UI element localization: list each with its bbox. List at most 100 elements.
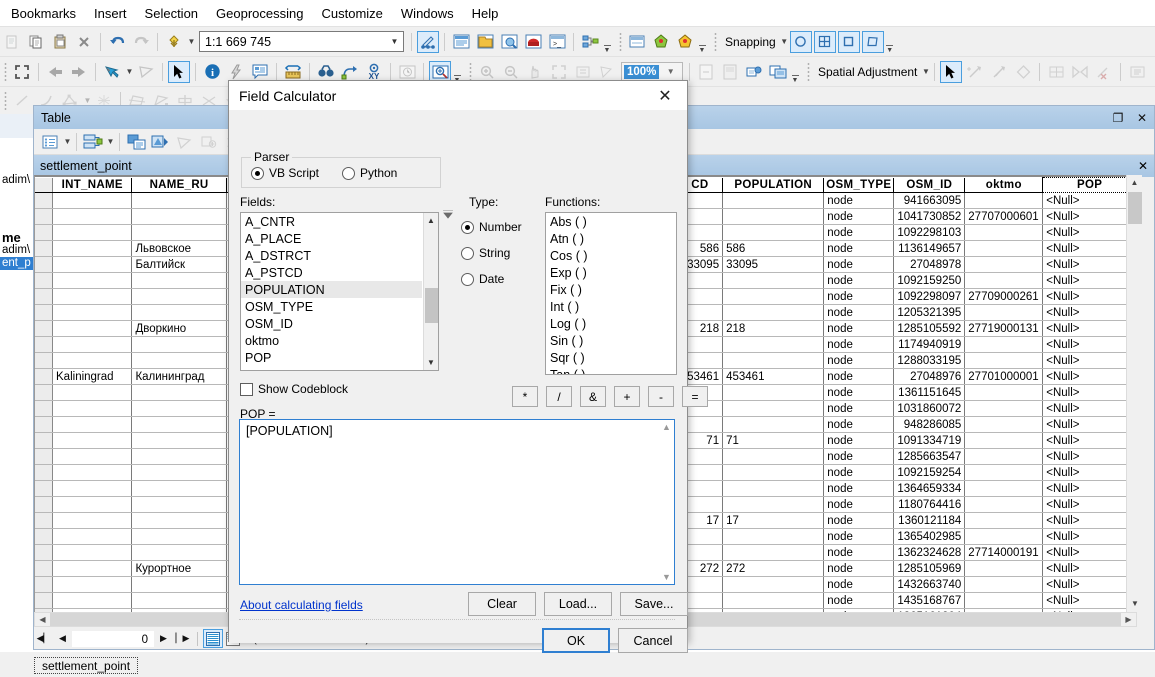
scroll-up-icon[interactable]: ▲ [1127, 175, 1142, 191]
cell-pop[interactable]: <Null> [1043, 241, 1137, 257]
menu-bookmarks[interactable]: Bookmarks [2, 2, 85, 25]
cell-population[interactable]: 453461 [723, 369, 824, 385]
row-selector-cell[interactable] [35, 353, 53, 369]
field-item-a_dstrct[interactable]: A_DSTRCT [241, 247, 422, 264]
cell-int_name[interactable] [53, 465, 132, 481]
row-selector-cell[interactable] [35, 529, 53, 545]
field-item-osm_type[interactable]: OSM_TYPE [241, 298, 422, 315]
cell-int_name[interactable] [53, 305, 132, 321]
chevron-down-icon[interactable]: ▼ [187, 37, 196, 46]
cell-population[interactable]: 218 [723, 321, 824, 337]
cell-int_name[interactable] [53, 417, 132, 433]
cell-oktmo[interactable] [965, 449, 1043, 465]
cell-osm_type[interactable]: node [824, 497, 894, 513]
cell-osm_id[interactable]: 1285105969 [894, 561, 965, 577]
cell-int_name[interactable] [53, 433, 132, 449]
operator-equals-button[interactable]: = [682, 386, 708, 407]
cell-osm_id[interactable]: 1092298103 [894, 225, 965, 241]
row-selector-cell[interactable] [35, 193, 53, 209]
cell-pop[interactable]: <Null> [1043, 305, 1137, 321]
close-icon[interactable]: ✕ [643, 81, 687, 110]
cell-oktmo[interactable] [965, 561, 1043, 577]
row-selector-cell[interactable] [35, 481, 53, 497]
cell-population[interactable] [723, 337, 824, 353]
cell-name_ru[interactable] [132, 545, 226, 561]
new-page-icon[interactable] [695, 61, 717, 83]
next-record-button[interactable]: ▶ [154, 633, 173, 644]
cell-osm_id[interactable]: 1285663547 [894, 449, 965, 465]
cell-osm_id[interactable]: 1174940919 [894, 337, 965, 353]
model-builder-icon[interactable] [579, 31, 601, 53]
select-links-icon[interactable] [1012, 61, 1034, 83]
row-selector-cell[interactable] [35, 449, 53, 465]
cell-osm_type[interactable]: node [824, 225, 894, 241]
cell-population[interactable] [723, 193, 824, 209]
select-by-attributes-icon[interactable] [125, 131, 147, 153]
grid-vertical-scrollbar[interactable]: ▲ ▼ [1126, 175, 1142, 612]
table-header-pop[interactable]: POP [1043, 178, 1137, 193]
cell-osm_id[interactable]: 1362324628 [894, 545, 965, 561]
page-thumbnail-icon[interactable] [719, 61, 741, 83]
cell-osm_type[interactable]: node [824, 241, 894, 257]
cell-population[interactable] [723, 465, 824, 481]
previous-record-button[interactable]: ◀ [53, 633, 72, 644]
cell-pop[interactable]: <Null> [1043, 337, 1137, 353]
about-calculating-fields-link[interactable]: About calculating fields [240, 598, 363, 612]
cell-population[interactable] [723, 577, 824, 593]
cell-int_name[interactable] [53, 481, 132, 497]
field-item-a_place[interactable]: A_PLACE [241, 230, 422, 247]
cell-population[interactable] [723, 385, 824, 401]
cell-oktmo[interactable] [965, 225, 1043, 241]
catalog-icon[interactable] [474, 31, 496, 53]
cell-int_name[interactable] [53, 529, 132, 545]
snap-vertex-icon[interactable] [814, 31, 836, 53]
fields-scrollbar[interactable]: ▲ ▼ [423, 213, 438, 370]
cell-osm_id[interactable]: 1364659334 [894, 481, 965, 497]
cell-oktmo[interactable] [965, 273, 1043, 289]
cell-pop[interactable]: <Null> [1043, 433, 1137, 449]
cell-population[interactable]: 272 [723, 561, 824, 577]
function-item-abs[interactable]: Abs ( ) [546, 213, 676, 230]
cell-pop[interactable]: <Null> [1043, 593, 1137, 609]
chevron-down-icon[interactable]: ▼ [659, 67, 682, 76]
cell-oktmo[interactable] [965, 465, 1043, 481]
row-selector-cell[interactable] [35, 241, 53, 257]
table-header-blank[interactable] [35, 178, 53, 193]
clear-button[interactable]: Clear [468, 592, 536, 616]
cell-oktmo[interactable] [965, 529, 1043, 545]
change-layout-icon[interactable] [767, 61, 789, 83]
snap-edge-icon[interactable] [838, 31, 860, 53]
cell-population[interactable] [723, 593, 824, 609]
cell-osm_id[interactable]: 27048976 [894, 369, 965, 385]
functions-listbox[interactable]: Abs ( )Atn ( )Cos ( )Exp ( )Fix ( )Int (… [545, 212, 677, 375]
zoom-percent-combo[interactable]: 100% ▼ [621, 62, 683, 82]
radio-vb-script[interactable]: VB Script [251, 166, 319, 180]
table-header-oktmo[interactable]: oktmo [965, 178, 1043, 193]
cell-osm_type[interactable]: node [824, 353, 894, 369]
chevron-down-icon[interactable]: ▼ [125, 67, 134, 76]
row-selector-cell[interactable] [35, 401, 53, 417]
cell-population[interactable]: 33095 [723, 257, 824, 273]
cell-int_name[interactable] [53, 353, 132, 369]
cell-osm_id[interactable]: 1092159254 [894, 465, 965, 481]
arctoolbox-icon[interactable] [522, 31, 544, 53]
chevron-down-icon[interactable]: ▼ [921, 67, 930, 76]
cell-osm_id[interactable]: 1136149657 [894, 241, 965, 257]
cell-name_ru[interactable] [132, 337, 226, 353]
cell-name_ru[interactable]: Балтийск [132, 257, 226, 273]
row-selector-cell[interactable] [35, 433, 53, 449]
cell-population[interactable] [723, 209, 824, 225]
scroll-down-icon[interactable]: ▼ [1127, 596, 1143, 612]
cell-population[interactable] [723, 481, 824, 497]
cell-osm_type[interactable]: node [824, 385, 894, 401]
redo-icon[interactable] [130, 31, 152, 53]
cell-oktmo[interactable]: 27707000601 [965, 209, 1043, 225]
field-item-a_pstcd[interactable]: A_PSTCD [241, 264, 422, 281]
cell-int_name[interactable] [53, 193, 132, 209]
operator-divide-button[interactable]: / [546, 386, 572, 407]
cell-oktmo[interactable] [965, 401, 1043, 417]
toolbar-overflow-icon[interactable]: ▼ [697, 31, 707, 53]
field-item-a_cntr[interactable]: A_CNTR [241, 213, 422, 230]
cell-osm_id[interactable]: 1285105592 [894, 321, 965, 337]
cell-int_name[interactable] [53, 561, 132, 577]
